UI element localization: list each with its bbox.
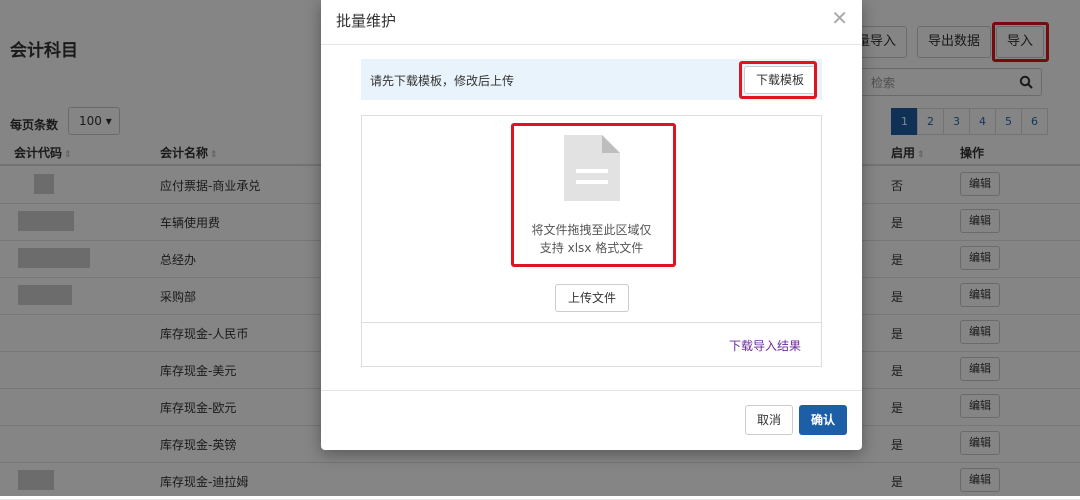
confirm-button[interactable]: 确认	[799, 405, 847, 435]
modal-title: 批量维护	[336, 12, 397, 30]
download-template-highlight-box	[739, 61, 817, 99]
cancel-button[interactable]: 取消	[745, 405, 793, 435]
batch-maintenance-dialog: 批量维护 ✕ 请先下载模板，修改后上传 下载模板 将文件拖拽至此区域仅 支持 x…	[321, 0, 862, 450]
divider	[362, 322, 821, 323]
download-result-link[interactable]: 下载导入结果	[729, 337, 801, 354]
dropzone-highlight-box	[511, 123, 676, 267]
upload-file-button[interactable]: 上传文件	[555, 284, 629, 312]
footer-divider	[321, 390, 862, 391]
notice-text: 请先下载模板，修改后上传	[370, 74, 515, 88]
modal-header: 批量维护 ✕	[321, 0, 862, 45]
close-icon[interactable]: ✕	[831, 6, 848, 30]
